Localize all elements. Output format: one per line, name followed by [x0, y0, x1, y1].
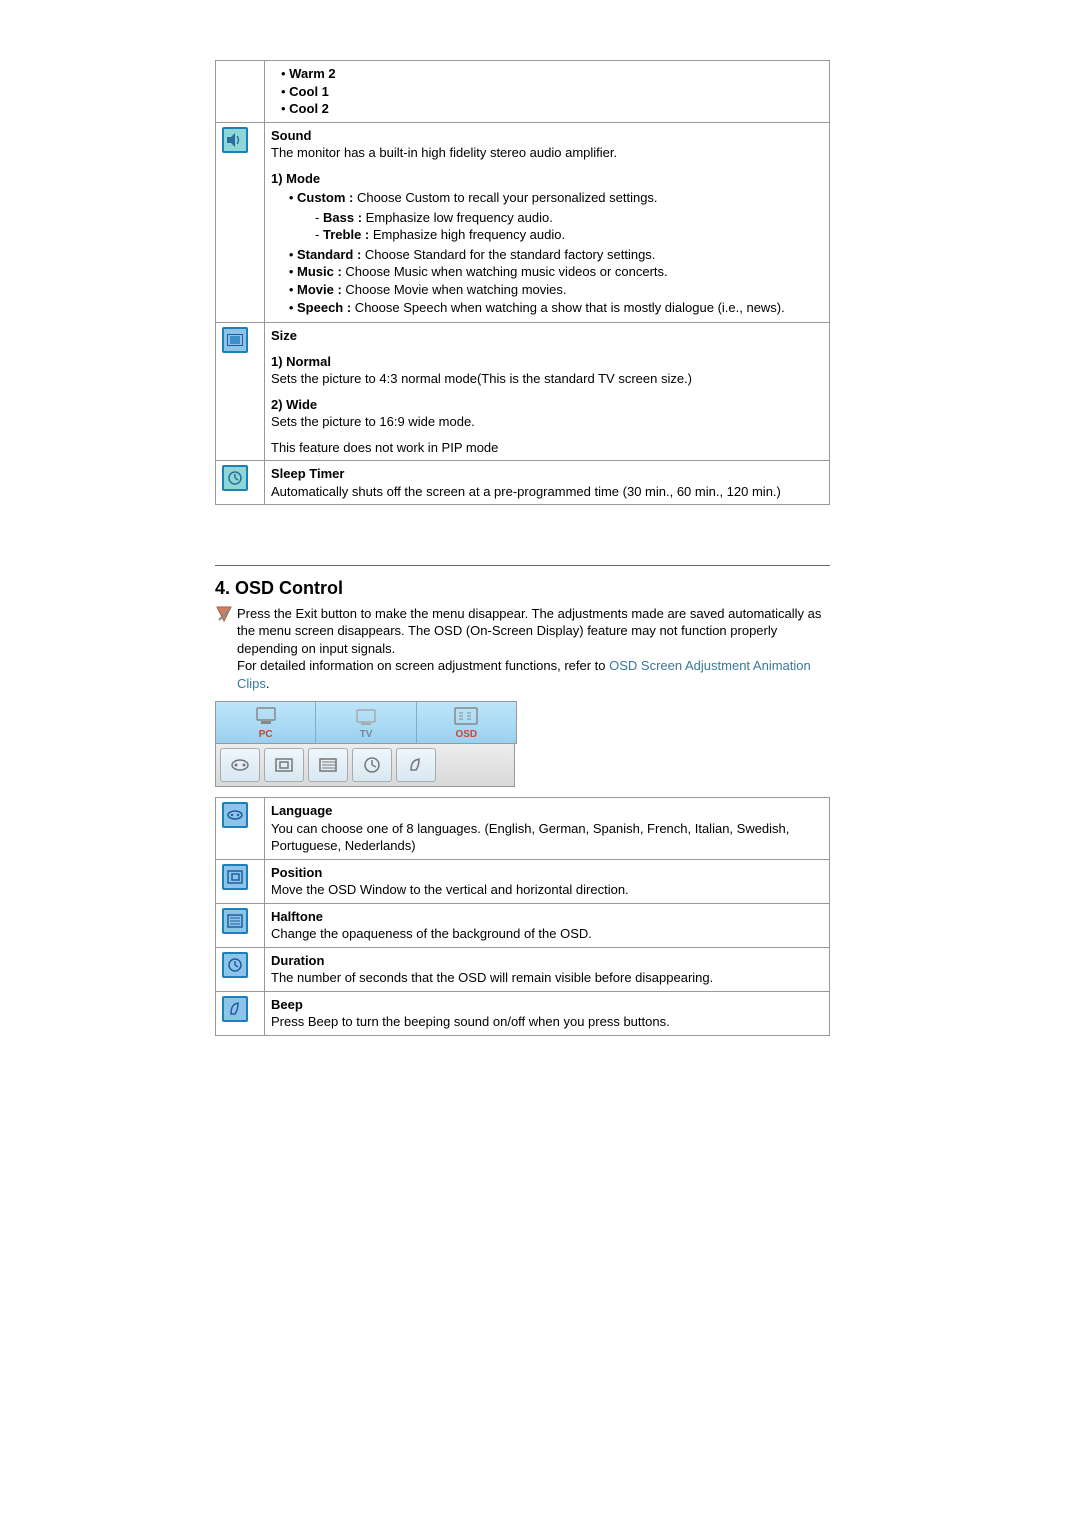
tool-language[interactable] — [220, 748, 260, 782]
size-cell: Size 1) Normal Sets the picture to 4:3 n… — [265, 323, 830, 461]
beep-icon-cell — [216, 991, 265, 1035]
osd-heading: 4. OSD Control — [215, 576, 830, 600]
size-note: This feature does not work in PIP mode — [271, 439, 823, 457]
language-icon — [222, 802, 248, 828]
info-icon — [215, 605, 237, 693]
normal-text: Sets the picture to 4:3 normal mode(This… — [271, 370, 823, 388]
sleep-title: Sleep Timer — [271, 465, 823, 483]
sleep-text: Automatically shuts off the screen at a … — [271, 483, 823, 501]
sound-cell: Sound The monitor has a built-in high fi… — [265, 122, 830, 322]
tab-osd-label: OSD — [455, 729, 477, 740]
bass-item: Bass : Emphasize low frequency audio. — [323, 209, 823, 227]
intro-b: For detailed information on screen adjus… — [237, 658, 609, 673]
warm2-label: Warm 2 — [289, 66, 335, 81]
osd-intro: Press the Exit button to make the menu d… — [237, 605, 830, 693]
tab-osd[interactable]: OSD — [417, 702, 516, 744]
cool2-label: Cool 2 — [289, 101, 329, 116]
tool-beep[interactable] — [396, 748, 436, 782]
mode-label: 1) Mode — [271, 170, 823, 188]
normal-label: 1) Normal — [271, 353, 823, 371]
half-cell: Halftone Change the opaqueness of the ba… — [265, 903, 830, 947]
music-item: Music : Choose Music when watching music… — [297, 263, 823, 281]
empty-icon-cell — [216, 61, 265, 123]
beep-icon — [222, 996, 248, 1022]
size-icon-cell — [216, 323, 265, 461]
dur-text: The number of seconds that the OSD will … — [271, 969, 823, 987]
tab-tv-label: TV — [360, 729, 373, 740]
tab-pc[interactable]: PC — [216, 702, 316, 744]
sound-icon-cell — [216, 122, 265, 322]
tab-pc-label: PC — [259, 729, 273, 740]
pos-title: Position — [271, 864, 823, 882]
dur-icon-cell — [216, 947, 265, 991]
intro-a: Press the Exit button to make the menu d… — [237, 606, 821, 656]
lang-title: Language — [271, 802, 823, 820]
treble-item: Treble : Emphasize high frequency audio. — [323, 226, 823, 244]
tool-duration[interactable] — [352, 748, 392, 782]
wide-text: Sets the picture to 16:9 wide mode. — [271, 413, 823, 431]
half-text: Change the opaqueness of the background … — [271, 925, 823, 943]
duration-icon — [222, 952, 248, 978]
pos-text: Move the OSD Window to the vertical and … — [271, 881, 823, 899]
speech-item: Speech : Choose Speech when watching a s… — [297, 299, 823, 317]
halftone-icon — [222, 908, 248, 934]
cool1-label: Cool 1 — [289, 84, 329, 99]
tab-tv[interactable]: TV — [316, 702, 416, 744]
beep-cell: Beep Press Beep to turn the beeping soun… — [265, 991, 830, 1035]
pos-icon-cell — [216, 859, 265, 903]
color-temp-cell: • Warm 2 • Cool 1 • Cool 2 — [265, 61, 830, 123]
aspect-icon — [222, 327, 248, 353]
sound-desc: The monitor has a built-in high fidelity… — [271, 144, 823, 162]
lang-text: You can choose one of 8 languages. (Engl… — [271, 820, 823, 855]
beep-text: Press Beep to turn the beeping sound on/… — [271, 1013, 823, 1031]
position-icon — [222, 864, 248, 890]
lang-cell: Language You can choose one of 8 languag… — [265, 798, 830, 860]
size-title: Size — [271, 327, 823, 345]
custom-item: Custom : Choose Custom to recall your pe… — [297, 189, 823, 244]
beep-title: Beep — [271, 996, 823, 1014]
wide-label: 2) Wide — [271, 396, 823, 414]
sleep-icon-cell — [216, 461, 265, 505]
tool-halftone[interactable] — [308, 748, 348, 782]
speaker-icon — [222, 127, 248, 153]
half-title: Halftone — [271, 908, 823, 926]
sleep-cell: Sleep Timer Automatically shuts off the … — [265, 461, 830, 505]
osd-toolbar — [215, 744, 515, 787]
divider — [215, 565, 830, 566]
clock-icon — [222, 465, 248, 491]
dur-title: Duration — [271, 952, 823, 970]
sound-title: Sound — [271, 128, 311, 143]
movie-item: Movie : Choose Movie when watching movie… — [297, 281, 823, 299]
osd-table: Language You can choose one of 8 languag… — [215, 797, 830, 1036]
half-icon-cell — [216, 903, 265, 947]
dur-cell: Duration The number of seconds that the … — [265, 947, 830, 991]
intro-dot: . — [266, 676, 270, 691]
lang-icon-cell — [216, 798, 265, 860]
osd-tabs: PC TV OSD — [215, 701, 517, 745]
settings-table-top: • Warm 2 • Cool 1 • Cool 2 Sound The mon… — [215, 60, 830, 505]
pos-cell: Position Move the OSD Window to the vert… — [265, 859, 830, 903]
tool-position[interactable] — [264, 748, 304, 782]
standard-item: Standard : Choose Standard for the stand… — [297, 246, 823, 264]
